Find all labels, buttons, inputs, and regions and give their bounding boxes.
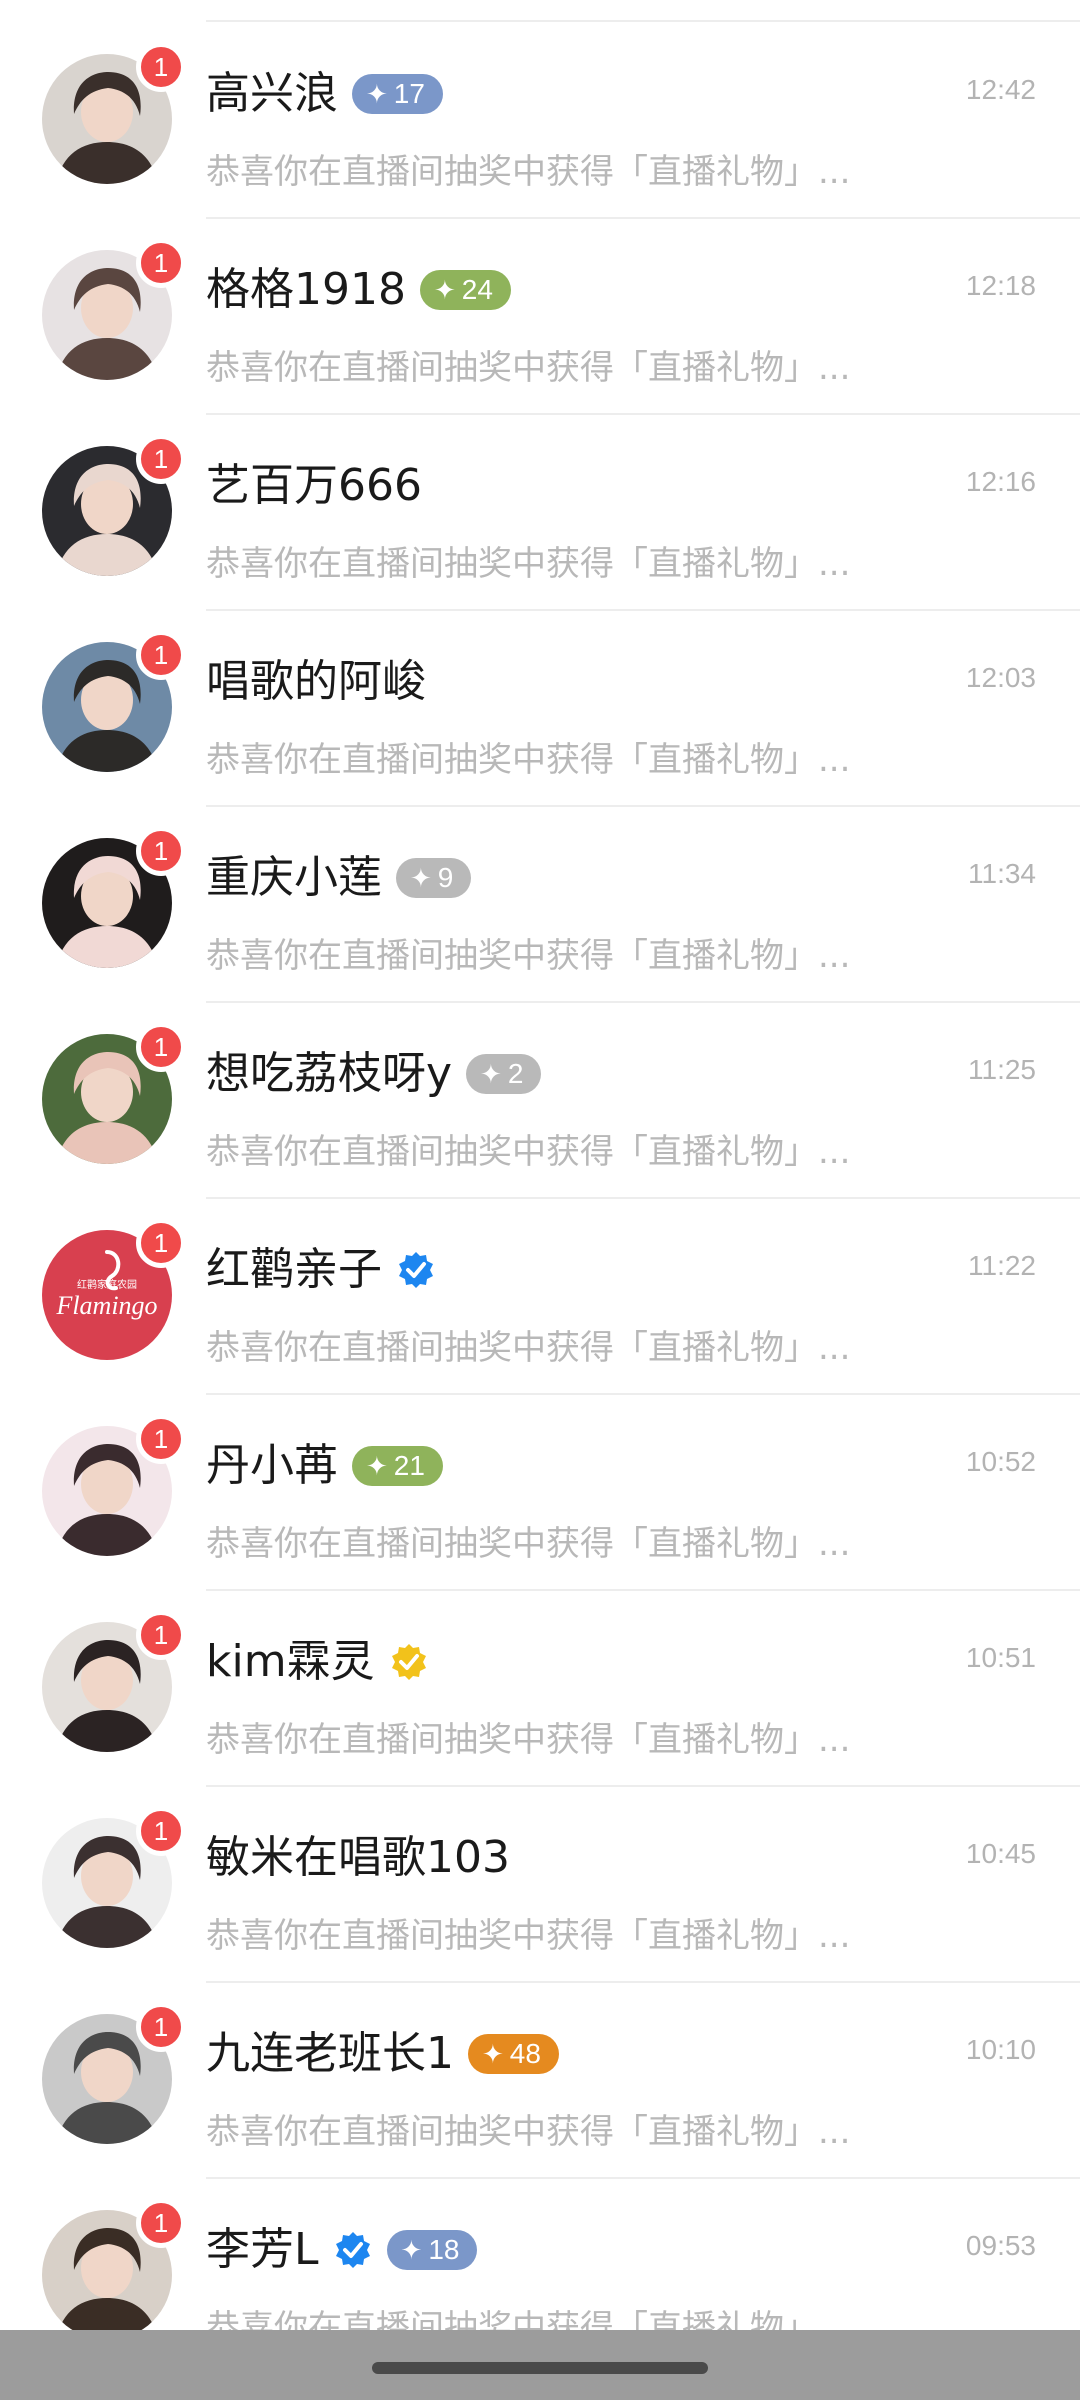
unread-count-badge: 1 (136, 1218, 186, 1268)
conversation-row[interactable]: 1 kim霖灵 10:51 恭喜你在直播间抽奖中获得「直播礼物」... (0, 1590, 1080, 1787)
conversation-row[interactable]: 1 高兴浪 ✦ 17 12:42 恭喜你在直播间抽奖中获得「直播礼物」... (0, 22, 1080, 219)
message-time: 10:51 (965, 1642, 1036, 1673)
sparkle-icon: ✦ (400, 2234, 423, 2265)
contact-name: kim霖灵 (206, 1636, 375, 1687)
sparkle-icon: ✦ (433, 274, 456, 305)
contact-name: 丹小苒 (206, 1440, 338, 1491)
unread-count-badge: 1 (136, 2002, 186, 2052)
name-line: 唱歌的阿峻 (206, 650, 426, 714)
fan-level-badge: ✦ 18 (386, 2230, 478, 2270)
sparkle-icon: ✦ (480, 1058, 502, 1089)
message-preview: 恭喜你在直播间抽奖中获得「直播礼物」... (206, 2112, 851, 2152)
fan-level-value: 24 (461, 274, 493, 305)
conversation-row[interactable]: 1 艺百万666 12:16 恭喜你在直播间抽奖中获得「直播礼物」... (0, 414, 1080, 611)
contact-name: 唱歌的阿峻 (206, 656, 426, 707)
unread-count-badge: 1 (136, 2198, 186, 2248)
fan-level-badge: ✦ 21 (352, 1446, 443, 1486)
message-time: 10:52 (965, 1446, 1036, 1477)
name-line: 艺百万666 (206, 454, 422, 518)
unread-count-badge: 1 (136, 826, 186, 876)
blue-verified-icon (396, 1250, 436, 1290)
conversation-row[interactable]: 1 格格1918 ✦ 24 12:18 恭喜你在直播间抽奖中获得「直播礼物」... (0, 218, 1080, 415)
sparkle-icon: ✦ (366, 78, 388, 109)
fan-level-value: 17 (393, 78, 425, 109)
contact-name: 敏米在唱歌103 (206, 1832, 510, 1883)
contact-name: 重庆小莲 (206, 852, 382, 903)
message-preview: 恭喜你在直播间抽奖中获得「直播礼物」... (206, 1132, 851, 1172)
name-line: 李芳L ✦ 18 (206, 2218, 478, 2282)
blue-verified-icon (333, 2230, 373, 2270)
message-time: 11:25 (968, 1054, 1036, 1085)
unread-count-badge: 1 (136, 1610, 186, 1660)
message-preview: 恭喜你在直播间抽奖中获得「直播礼物」... (206, 1524, 851, 1564)
message-time: 11:22 (968, 1250, 1036, 1281)
conversation-list: 1 高兴浪 ✦ 17 12:42 恭喜你在直播间抽奖中获得「直播礼物」... 1 格格1918… (0, 0, 1080, 2400)
name-line: 丹小苒 ✦ 21 (206, 1434, 443, 1498)
contact-name: 红鹳亲子 (206, 1244, 382, 1295)
sparkle-icon: ✦ (366, 1450, 388, 1481)
message-preview: 恭喜你在直播间抽奖中获得「直播礼物」... (206, 152, 851, 192)
unread-count-badge: 1 (136, 1022, 186, 1072)
message-time: 10:45 (965, 1838, 1036, 1869)
message-preview: 恭喜你在直播间抽奖中获得「直播礼物」... (206, 348, 851, 388)
fan-level-value: 48 (509, 2038, 541, 2069)
fan-level-badge: ✦ 2 (466, 1054, 542, 1094)
contact-name: 想吃荔枝呀y (206, 1048, 453, 1099)
unread-count-badge: 1 (136, 238, 186, 288)
message-preview: 恭喜你在直播间抽奖中获得「直播礼物」... (206, 936, 851, 976)
fan-level-badge: ✦ 9 (396, 858, 472, 898)
conversation-row[interactable]: 红鹳家庭农园 Flamingo 1 红鹳亲子 11:22 恭喜你在直播间抽奖中获得「直播礼… (0, 1198, 1080, 1395)
avatar-logo-text: Flamingo (55, 1291, 157, 1320)
message-preview: 恭喜你在直播间抽奖中获得「直播礼物」... (206, 544, 851, 584)
message-time: 10:10 (965, 2034, 1036, 2065)
message-preview: 恭喜你在直播间抽奖中获得「直播礼物」... (206, 1328, 851, 1368)
unread-count-badge: 1 (136, 630, 186, 680)
avatar-logo-cn-text: 红鹳家庭农园 (77, 1278, 137, 1291)
message-time: 12:03 (965, 662, 1036, 693)
conversation-row[interactable]: 1 想吃荔枝呀y ✦ 2 11:25 恭喜你在直播间抽奖中获得「直播礼物」... (0, 1002, 1080, 1199)
message-preview: 恭喜你在直播间抽奖中获得「直播礼物」... (206, 1916, 851, 1956)
message-time: 11:34 (968, 858, 1036, 889)
contact-name: 艺百万666 (206, 460, 422, 511)
unread-count-badge: 1 (136, 434, 186, 484)
conversation-row[interactable]: 1 敏米在唱歌103 10:45 恭喜你在直播间抽奖中获得「直播礼物」... (0, 1786, 1080, 1983)
message-time: 09:53 (965, 2230, 1036, 2261)
gold-verified-icon (389, 1642, 429, 1682)
contact-name: 高兴浪 (206, 68, 338, 119)
fan-level-value: 18 (428, 2234, 460, 2265)
message-preview: 恭喜你在直播间抽奖中获得「直播礼物」... (206, 1720, 851, 1760)
message-time: 12:16 (965, 466, 1036, 497)
message-preview: 恭喜你在直播间抽奖中获得「直播礼物」... (206, 740, 851, 780)
fan-level-badge: ✦ 48 (468, 2034, 559, 2074)
name-line: 敏米在唱歌103 (206, 1826, 510, 1890)
name-line: 高兴浪 ✦ 17 (206, 62, 443, 126)
contact-name: 格格1918 (206, 264, 406, 315)
fan-level-badge: ✦ 17 (352, 74, 443, 114)
unread-count-badge: 1 (136, 42, 186, 92)
conversation-row[interactable]: 1 重庆小莲 ✦ 9 11:34 恭喜你在直播间抽奖中获得「直播礼物」... (0, 806, 1080, 1003)
name-line: 重庆小莲 ✦ 9 (206, 846, 472, 910)
conversation-row[interactable]: 1 唱歌的阿峻 12:03 恭喜你在直播间抽奖中获得「直播礼物」... (0, 610, 1080, 807)
name-line: kim霖灵 (206, 1630, 429, 1694)
sparkle-icon: ✦ (410, 862, 432, 893)
message-time: 12:42 (965, 74, 1036, 105)
name-line: 想吃荔枝呀y ✦ 2 (206, 1042, 542, 1106)
name-line: 九连老班长1 ✦ 48 (206, 2022, 559, 2086)
unread-count-badge: 1 (136, 1414, 186, 1464)
message-time: 12:18 (965, 270, 1036, 301)
conversation-row[interactable]: 1 九连老班长1 ✦ 48 10:10 恭喜你在直播间抽奖中获得「直播礼物」... (0, 1982, 1080, 2179)
fan-level-badge: ✦ 24 (419, 270, 511, 310)
fan-level-value: 2 (507, 1058, 524, 1089)
conversation-row[interactable]: 1 丹小苒 ✦ 21 10:52 恭喜你在直播间抽奖中获得「直播礼物」... (0, 1394, 1080, 1591)
contact-name: 九连老班长1 (206, 2028, 454, 2079)
unread-count-badge: 1 (136, 1806, 186, 1856)
name-line: 红鹳亲子 (206, 1238, 436, 1302)
contact-name: 李芳L (206, 2224, 319, 2275)
gesture-handle[interactable] (372, 2362, 708, 2374)
fan-level-value: 21 (393, 1450, 425, 1481)
sparkle-icon: ✦ (482, 2038, 504, 2069)
fan-level-value: 9 (437, 862, 454, 893)
name-line: 格格1918 ✦ 24 (206, 258, 511, 322)
